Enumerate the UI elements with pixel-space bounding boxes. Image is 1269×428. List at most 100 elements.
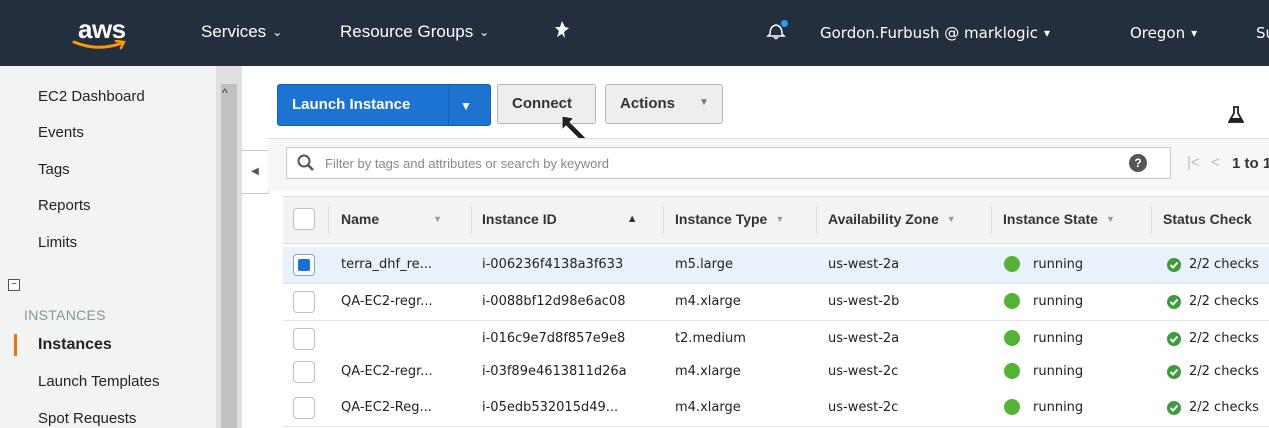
sidebar-item-launch-templates[interactable]: Launch Templates (38, 373, 159, 390)
search-icon (297, 154, 314, 171)
resource-groups-menu[interactable]: Resource Groups ⌄ (340, 22, 489, 42)
active-indicator (14, 334, 17, 356)
services-menu[interactable]: Services ⌄ (201, 22, 282, 42)
table-row[interactable]: QA-EC2-regr... i-03f89e4613811d26a m4.xl… (283, 354, 1269, 391)
top-nav: aws Services ⌄ Resource Groups ⌄ Gordon.Fu… (0, 0, 1269, 66)
sidebar-item-limits[interactable]: Limits (38, 234, 77, 251)
table-row[interactable]: terra_dhf_re... i-006236f4138a3f633 m5.l… (283, 247, 1269, 284)
account-menu[interactable]: Gordon.Furbush @ marklogic ▾ (820, 24, 1050, 42)
aws-logo[interactable]: aws (60, 10, 150, 56)
support-menu[interactable]: Su (1256, 24, 1269, 42)
cell-instance-type: m5.large (675, 257, 734, 272)
cell-instance-id: i-05edb532015d49... (482, 400, 619, 415)
first-page-icon[interactable]: |< (1187, 154, 1200, 171)
services-label: Services (201, 22, 267, 41)
cell-instance-type: m4.xlarge (675, 364, 741, 379)
row-checkbox[interactable] (293, 291, 315, 313)
caret-down-icon: ▼ (699, 97, 709, 108)
row-checkbox[interactable] (293, 397, 315, 419)
cell-instance-state: running (1033, 294, 1084, 309)
sort-icon: ▼ (775, 214, 785, 224)
cell-instance-type: m4.xlarge (675, 400, 741, 415)
caret-down-icon[interactable]: ▼ (460, 99, 472, 113)
column-header-instance-state[interactable]: Instance State ▼ (1003, 211, 1115, 227)
column-header-status-check[interactable]: Status Check (1163, 211, 1252, 227)
cell-status-check[interactable]: 2/2 checks (1189, 294, 1259, 309)
select-all-checkbox[interactable] (293, 208, 315, 230)
cell-instance-id: i-006236f4138a3f633 (482, 257, 624, 272)
sort-icon: ▼ (1105, 214, 1115, 224)
pin-icon (555, 21, 569, 38)
cell-name: QA-EC2-Reg... (341, 400, 432, 415)
sidebar-scrollbar[interactable]: ^ (216, 66, 242, 428)
resource-groups-label: Resource Groups (340, 22, 474, 41)
cell-name: terra_dhf_re... (341, 257, 433, 272)
region-label: Oregon (1130, 24, 1186, 42)
chevron-down-icon: ⌄ (272, 25, 283, 39)
column-header-instance-id[interactable]: Instance ID ▲ (482, 211, 638, 227)
collapse-section-icon[interactable]: − (8, 279, 20, 291)
row-checkbox[interactable] (293, 328, 315, 350)
column-header-instance-type[interactable]: Instance Type ▼ (675, 211, 784, 227)
sidebar-item-instances[interactable]: Instances (38, 336, 112, 354)
cell-status-check[interactable]: 2/2 checks (1189, 364, 1259, 379)
column-header-name[interactable]: Name ▼ (341, 211, 442, 227)
account-label: Gordon.Furbush @ marklogic (820, 24, 1038, 42)
column-separator (991, 207, 992, 233)
pin-button[interactable] (553, 20, 571, 45)
column-separator (1151, 207, 1152, 233)
sidebar-item-tags[interactable]: Tags (38, 161, 70, 178)
cell-instance-type: m4.xlarge (675, 294, 741, 309)
check-circle-icon (1167, 332, 1181, 346)
running-status-icon (1004, 330, 1020, 346)
check-circle-icon (1167, 258, 1181, 272)
row-checkbox[interactable] (293, 361, 315, 383)
cell-status-check[interactable]: 2/2 checks (1189, 400, 1259, 415)
sidebar-item-ec2-dashboard[interactable]: EC2 Dashboard (38, 88, 145, 105)
filter-search-input[interactable]: Filter by tags and attributes or search … (286, 147, 1171, 179)
sort-icon: ▼ (433, 214, 443, 224)
cell-instance-state: running (1033, 400, 1084, 415)
previous-page-icon[interactable]: < (1211, 154, 1220, 171)
collapse-sidebar-button[interactable]: ◀ (242, 150, 269, 194)
column-separator (663, 207, 664, 233)
sort-icon: ▼ (946, 214, 956, 224)
sidebar-item-reports[interactable]: Reports (38, 197, 91, 214)
pagination-range: 1 to 1 (1232, 155, 1269, 172)
scroll-up-icon[interactable]: ^ (222, 86, 228, 100)
support-label: Su (1256, 24, 1269, 42)
notifications-button[interactable] (766, 19, 788, 46)
row-checkbox[interactable] (293, 254, 315, 276)
table-row[interactable]: i-016c9e7d8f857e9e8 t2.medium us-west-2a… (283, 321, 1269, 358)
scrollbar-thumb[interactable] (221, 84, 237, 428)
check-circle-icon (1167, 365, 1181, 379)
table-row[interactable]: QA-EC2-regr... i-0088bf12d98e6ac08 m4.xl… (283, 284, 1269, 321)
actions-label: Actions (620, 95, 676, 112)
cell-status-check[interactable]: 2/2 checks (1189, 257, 1259, 272)
beaker-icon[interactable] (1227, 106, 1245, 129)
cell-name: QA-EC2-regr... (341, 364, 433, 379)
actions-button[interactable]: Actions ▼ (605, 84, 723, 124)
cell-availability-zone: us-west-2a (828, 331, 900, 346)
button-divider (448, 85, 449, 125)
help-icon[interactable]: ? (1129, 154, 1147, 172)
table-row[interactable]: QA-EC2-Reg... i-05edb532015d49... m4.xla… (283, 390, 1269, 427)
chevron-left-icon: ◀ (251, 166, 259, 177)
cell-status-check[interactable]: 2/2 checks (1189, 331, 1259, 346)
running-status-icon (1004, 256, 1020, 272)
launch-instance-label: Launch Instance (292, 96, 411, 113)
cell-availability-zone: us-west-2c (828, 364, 899, 379)
sidebar: EC2 Dashboard Events Tags Reports Limits… (0, 66, 216, 428)
cell-instance-state: running (1033, 331, 1084, 346)
sidebar-item-events[interactable]: Events (38, 124, 84, 141)
sidebar-item-spot-requests[interactable]: Spot Requests (38, 410, 136, 427)
sidebar-section-instances: INSTANCES (24, 307, 106, 323)
column-header-availability-zone[interactable]: Availability Zone ▼ (828, 211, 956, 227)
region-menu[interactable]: Oregon ▾ (1130, 24, 1197, 42)
launch-instance-button[interactable]: Launch Instance ▼ (277, 84, 491, 126)
caret-down-icon: ▾ (1191, 26, 1198, 40)
cell-instance-type: t2.medium (675, 331, 746, 346)
cell-instance-state: running (1033, 257, 1084, 272)
sort-ascending-icon: ▲ (626, 213, 638, 225)
check-circle-icon (1167, 295, 1181, 309)
